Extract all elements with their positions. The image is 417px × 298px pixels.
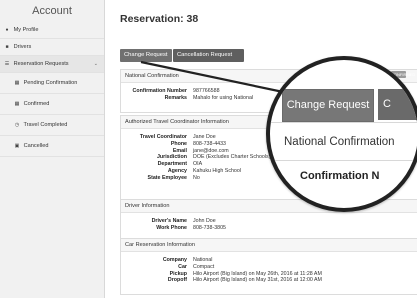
row-label: Confirmation Number (132, 88, 187, 94)
row-value: Kahuku High School (193, 167, 241, 174)
row-value: OIA (193, 161, 203, 168)
sidebar-item-label: My Profile (13, 27, 39, 33)
sidebar-item-pending-confirmation[interactable]: ▦ Pending Confirmation (0, 73, 104, 94)
sidebar-item-travel-completed[interactable]: ◷ Travel Completed (0, 115, 104, 136)
row-value: jane@doe.com (193, 147, 229, 154)
chevron-down-icon: ⌄ (93, 61, 98, 67)
row-value: No (193, 174, 200, 181)
row-value: Hilo Airport (Big Island) on May 26th, 2… (193, 270, 322, 277)
row-label: Car (178, 263, 187, 270)
trash-icon: ▣ (14, 143, 20, 149)
row-value: 808-738-4433 (193, 140, 226, 147)
magnified-divider (270, 160, 417, 161)
magnified-section-title: National Confirmation (284, 136, 395, 148)
row-label: Driver's Name (151, 218, 187, 224)
clock-icon: ◷ (14, 122, 20, 128)
info-row: Work Phone 808-738-3805 (121, 225, 417, 232)
section-title: Car Reservation Information (121, 239, 417, 252)
change-request-button[interactable]: Change Request (120, 49, 172, 62)
info-row: Pickup Hilo Airport (Big Island) on May 2… (121, 271, 417, 278)
row-label: Work Phone (156, 224, 187, 231)
sidebar-item-my-profile[interactable]: ● My Profile (0, 22, 104, 39)
info-row: Car Compact (121, 264, 417, 271)
sidebar-item-confirmed[interactable]: ▦ Confirmed (0, 94, 104, 115)
page-title: Reservation: 38 (120, 13, 199, 25)
sidebar-item-reservation-requests[interactable]: ☰ Reservation Requests ⌄ (0, 56, 104, 73)
user-icon: ● (5, 27, 9, 33)
calendar-icon: ▦ (14, 101, 20, 107)
row-value: Mahalo for using National (193, 94, 254, 101)
cancellation-request-button[interactable]: Cancellation Request (173, 49, 244, 62)
row-label: Agency (167, 167, 187, 174)
row-value: Compact (193, 263, 215, 270)
list-icon: ☰ (4, 61, 10, 67)
sidebar-item-label: Cancelled (23, 143, 49, 149)
row-label: Dropoff (167, 277, 187, 284)
info-row: Driver's Name John Doe (121, 218, 417, 225)
sidebar-item-label: Drivers (13, 44, 32, 50)
row-value: 808-738-3805 (193, 224, 226, 231)
sidebar: Account ● My Profile ■ Drivers ☰ Reserva… (0, 0, 105, 298)
row-value: John Doe (193, 218, 216, 224)
row-value: National (193, 257, 213, 263)
row-label: Phone (170, 140, 187, 147)
row-label: Company (162, 257, 187, 263)
info-row: Dropoff Hilo Airport (Big Island) on May … (121, 277, 417, 284)
magnifier-lens: Change Request C National Confirmation C… (266, 56, 417, 212)
row-value: Jane Doe (193, 134, 216, 140)
sidebar-item-label: Confirmed (23, 101, 50, 107)
row-label: Jurisdiction (156, 154, 187, 161)
sidebar-title: Account (32, 5, 72, 17)
row-label: Email (172, 147, 187, 154)
sidebar-item-drivers[interactable]: ■ Drivers (0, 39, 104, 56)
sidebar-item-label: Reservation Requests (13, 61, 69, 67)
car-reservation-card: Car Reservation Information Company Natio… (120, 238, 417, 295)
magnified-secondary-button: C (378, 89, 417, 120)
sidebar-item-label: Travel Completed (23, 122, 68, 128)
info-row: Company National (121, 257, 417, 264)
magnified-divider (270, 122, 417, 123)
calendar-icon: ▦ (14, 80, 20, 86)
car-icon: ■ (5, 44, 9, 50)
row-label: Pickup (169, 270, 187, 277)
row-value: Hilo Airport (Big Island) on May 31st, 2… (193, 277, 322, 284)
row-label: Travel Coordinator (139, 134, 187, 140)
sidebar-item-cancelled[interactable]: ▣ Cancelled (0, 136, 104, 157)
row-label: State Employee (147, 174, 187, 181)
magnified-cut-label: Confirmation N (300, 170, 380, 182)
row-label: Department (157, 161, 187, 168)
row-value: 987766588 (193, 88, 220, 94)
row-value: DOE (Excludes Charter Schools) (193, 154, 271, 161)
sidebar-item-label: Pending Confirmation (23, 80, 78, 86)
row-label: Remarks (164, 94, 187, 101)
magnified-change-request-button: Change Request (282, 89, 374, 122)
